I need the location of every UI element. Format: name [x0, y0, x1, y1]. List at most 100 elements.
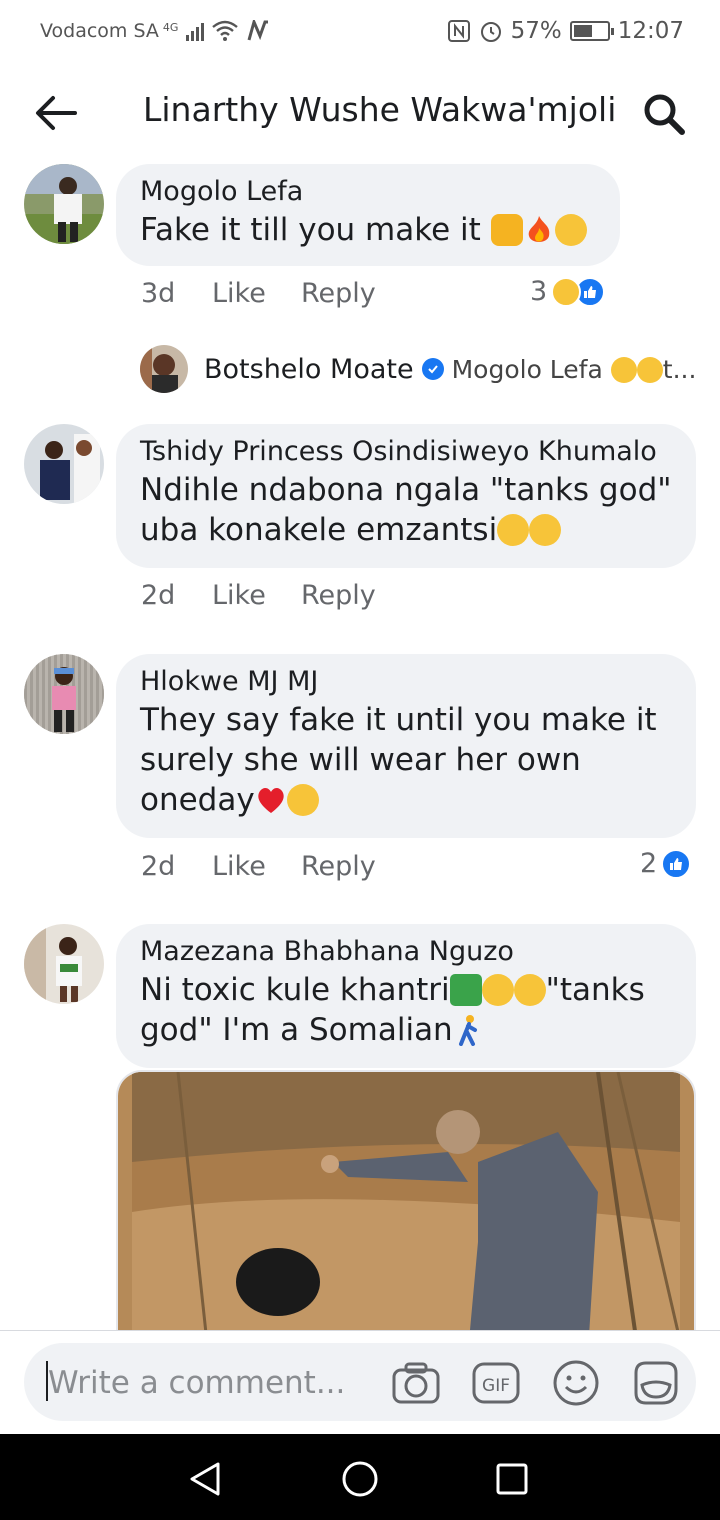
- avatar-photo: [140, 345, 188, 393]
- search-icon: [644, 94, 685, 135]
- comment-line: "tanks: [545, 972, 645, 1008]
- like-link[interactable]: Like: [212, 851, 301, 882]
- comment-text: oneday: [140, 780, 672, 820]
- avatar-tshidy[interactable]: [24, 424, 104, 504]
- nav-recents-button[interactable]: [489, 1456, 535, 1502]
- comment-text: Ni toxic kule khantri "tanks: [140, 970, 672, 1010]
- comment-line: uba konakele emzantsi: [140, 512, 498, 548]
- person-walking-emoji-icon: [453, 1014, 485, 1046]
- rofl-emoji-icon: [636, 356, 663, 383]
- reply-link[interactable]: Reply: [301, 278, 376, 309]
- verified-badge-icon: [421, 358, 444, 380]
- crying-emoji-icon: [481, 974, 514, 1006]
- reply-preview: Mogolo Lefa t...: [452, 355, 697, 384]
- nav-back-button[interactable]: [182, 1456, 228, 1502]
- status-right: 57% 12:07: [447, 18, 684, 44]
- comment-bubble[interactable]: Tshidy Princess Osindisiweyo Khumalo Ndi…: [116, 424, 696, 568]
- network-label: 4G: [162, 20, 179, 34]
- reply-summary[interactable]: Botshelo Moate Mogolo Lefa t...: [140, 344, 696, 394]
- nav-recents-icon: [496, 1463, 528, 1495]
- comment-actions: 2d Like Reply: [141, 580, 376, 611]
- comment-line: Ni toxic kule khantri: [140, 972, 450, 1008]
- rofl-emoji-icon: [610, 356, 637, 383]
- nfc-icon: [447, 20, 470, 42]
- reaction-summary[interactable]: 3: [530, 276, 606, 307]
- signal-icon: [186, 21, 205, 41]
- gif-label: GIF: [482, 1376, 510, 1396]
- comment-bubble[interactable]: Mazezana Bhabhana Nguzo Ni toxic kule kh…: [116, 924, 696, 1068]
- comment-text: god" I'm a Somalian: [140, 1010, 672, 1050]
- avatar-botshelo[interactable]: [140, 345, 188, 393]
- gif-icon: GIF: [472, 1362, 520, 1404]
- battery-icon: [569, 21, 614, 41]
- comment-line: They say fake it until you make it: [140, 702, 657, 738]
- reply-link[interactable]: Reply: [301, 851, 376, 882]
- system-nav-bar: [0, 1434, 720, 1520]
- litter-bin-emoji-icon: [449, 974, 482, 1006]
- rofl-emoji-icon: [513, 974, 546, 1006]
- camera-button[interactable]: [392, 1359, 440, 1407]
- back-button[interactable]: [30, 90, 80, 136]
- reaction-count: 2: [640, 848, 658, 879]
- back-arrow-icon: [36, 96, 77, 130]
- nav-home-button[interactable]: [337, 1456, 383, 1502]
- comment-time: 2d: [141, 580, 176, 611]
- carrier-label: Vodacom SA: [40, 20, 159, 42]
- avatar-hlokwe[interactable]: [24, 654, 104, 734]
- comment-line: Fake it till you make it: [140, 212, 481, 248]
- comment-time: 2d: [141, 851, 176, 882]
- like-link[interactable]: Like: [212, 580, 301, 611]
- nfc-app-icon: [247, 20, 269, 41]
- camera-icon: [392, 1362, 440, 1404]
- comment-actions: 3d Like Reply: [141, 278, 376, 309]
- comment-author[interactable]: Tshidy Princess Osindisiweyo Khumalo: [140, 434, 672, 470]
- avatar-photo: [24, 424, 104, 504]
- nav-home-icon: [342, 1461, 378, 1497]
- comment-image[interactable]: [116, 1070, 696, 1350]
- page-title: Linarthy Wushe Wakwa'mjoli: [143, 90, 617, 129]
- comment-line: oneday: [140, 782, 255, 818]
- comment-line: surely she will wear her own: [140, 742, 581, 778]
- tired-face-emoji-icon: [529, 514, 562, 546]
- gif-button[interactable]: GIF: [472, 1359, 520, 1407]
- comment-text: Fake it till you make it: [140, 210, 596, 250]
- grin-sweat-emoji-icon: [554, 214, 587, 246]
- comment-author[interactable]: Mazezana Bhabhana Nguzo: [140, 934, 672, 970]
- sticker-button[interactable]: [632, 1359, 680, 1407]
- emoji-button[interactable]: [552, 1359, 600, 1407]
- sticker-icon: [634, 1361, 678, 1405]
- reply-link[interactable]: Reply: [301, 580, 376, 611]
- comment-time: 3d: [141, 278, 176, 309]
- comments-header: Linarthy Wushe Wakwa'mjoli: [0, 62, 720, 162]
- reply-preview-text: Mogolo Lefa: [451, 354, 603, 384]
- like-link[interactable]: Like: [212, 278, 301, 309]
- reply-author[interactable]: Botshelo Moate: [204, 354, 414, 385]
- comment-line: Ndihle ndabona ngala "tanks god": [140, 472, 672, 508]
- reply-preview-tail: t...: [662, 354, 697, 384]
- reaction-summary[interactable]: 2: [640, 848, 692, 879]
- comment-author[interactable]: Hlokwe MJ MJ: [140, 664, 672, 700]
- avatar-photo: [24, 164, 104, 244]
- avatar-mogolo[interactable]: [24, 164, 104, 244]
- smiling-emoji-icon: [286, 784, 319, 816]
- avatar-mazezana[interactable]: [24, 924, 104, 1004]
- comment-bubble[interactable]: Hlokwe MJ MJ They say fake it until you …: [116, 654, 696, 838]
- wifi-icon: [212, 20, 239, 41]
- comment-author[interactable]: Mogolo Lefa: [140, 174, 596, 210]
- search-button[interactable]: [640, 90, 688, 138]
- attached-photo: [118, 1072, 694, 1348]
- comment-actions: 2d Like Reply: [141, 851, 376, 882]
- comment-bubble[interactable]: Mogolo Lefa Fake it till you make it: [116, 164, 620, 266]
- emoji-icon: [553, 1360, 599, 1406]
- fire-emoji-icon: [523, 214, 555, 246]
- status-bar: Vodacom SA 4G 57% 12:07: [0, 0, 720, 62]
- clock: 12:07: [617, 18, 684, 44]
- status-left: Vodacom SA 4G: [40, 20, 270, 42]
- nav-back-icon: [190, 1462, 220, 1496]
- comment-line: god" I'm a Somalian: [140, 1012, 453, 1048]
- haha-reaction-icon: [551, 276, 582, 307]
- battery-percent: 57%: [510, 18, 562, 44]
- avatar-photo: [24, 654, 104, 734]
- reaction-count: 3: [530, 276, 548, 307]
- fist-emoji-icon: [490, 214, 523, 246]
